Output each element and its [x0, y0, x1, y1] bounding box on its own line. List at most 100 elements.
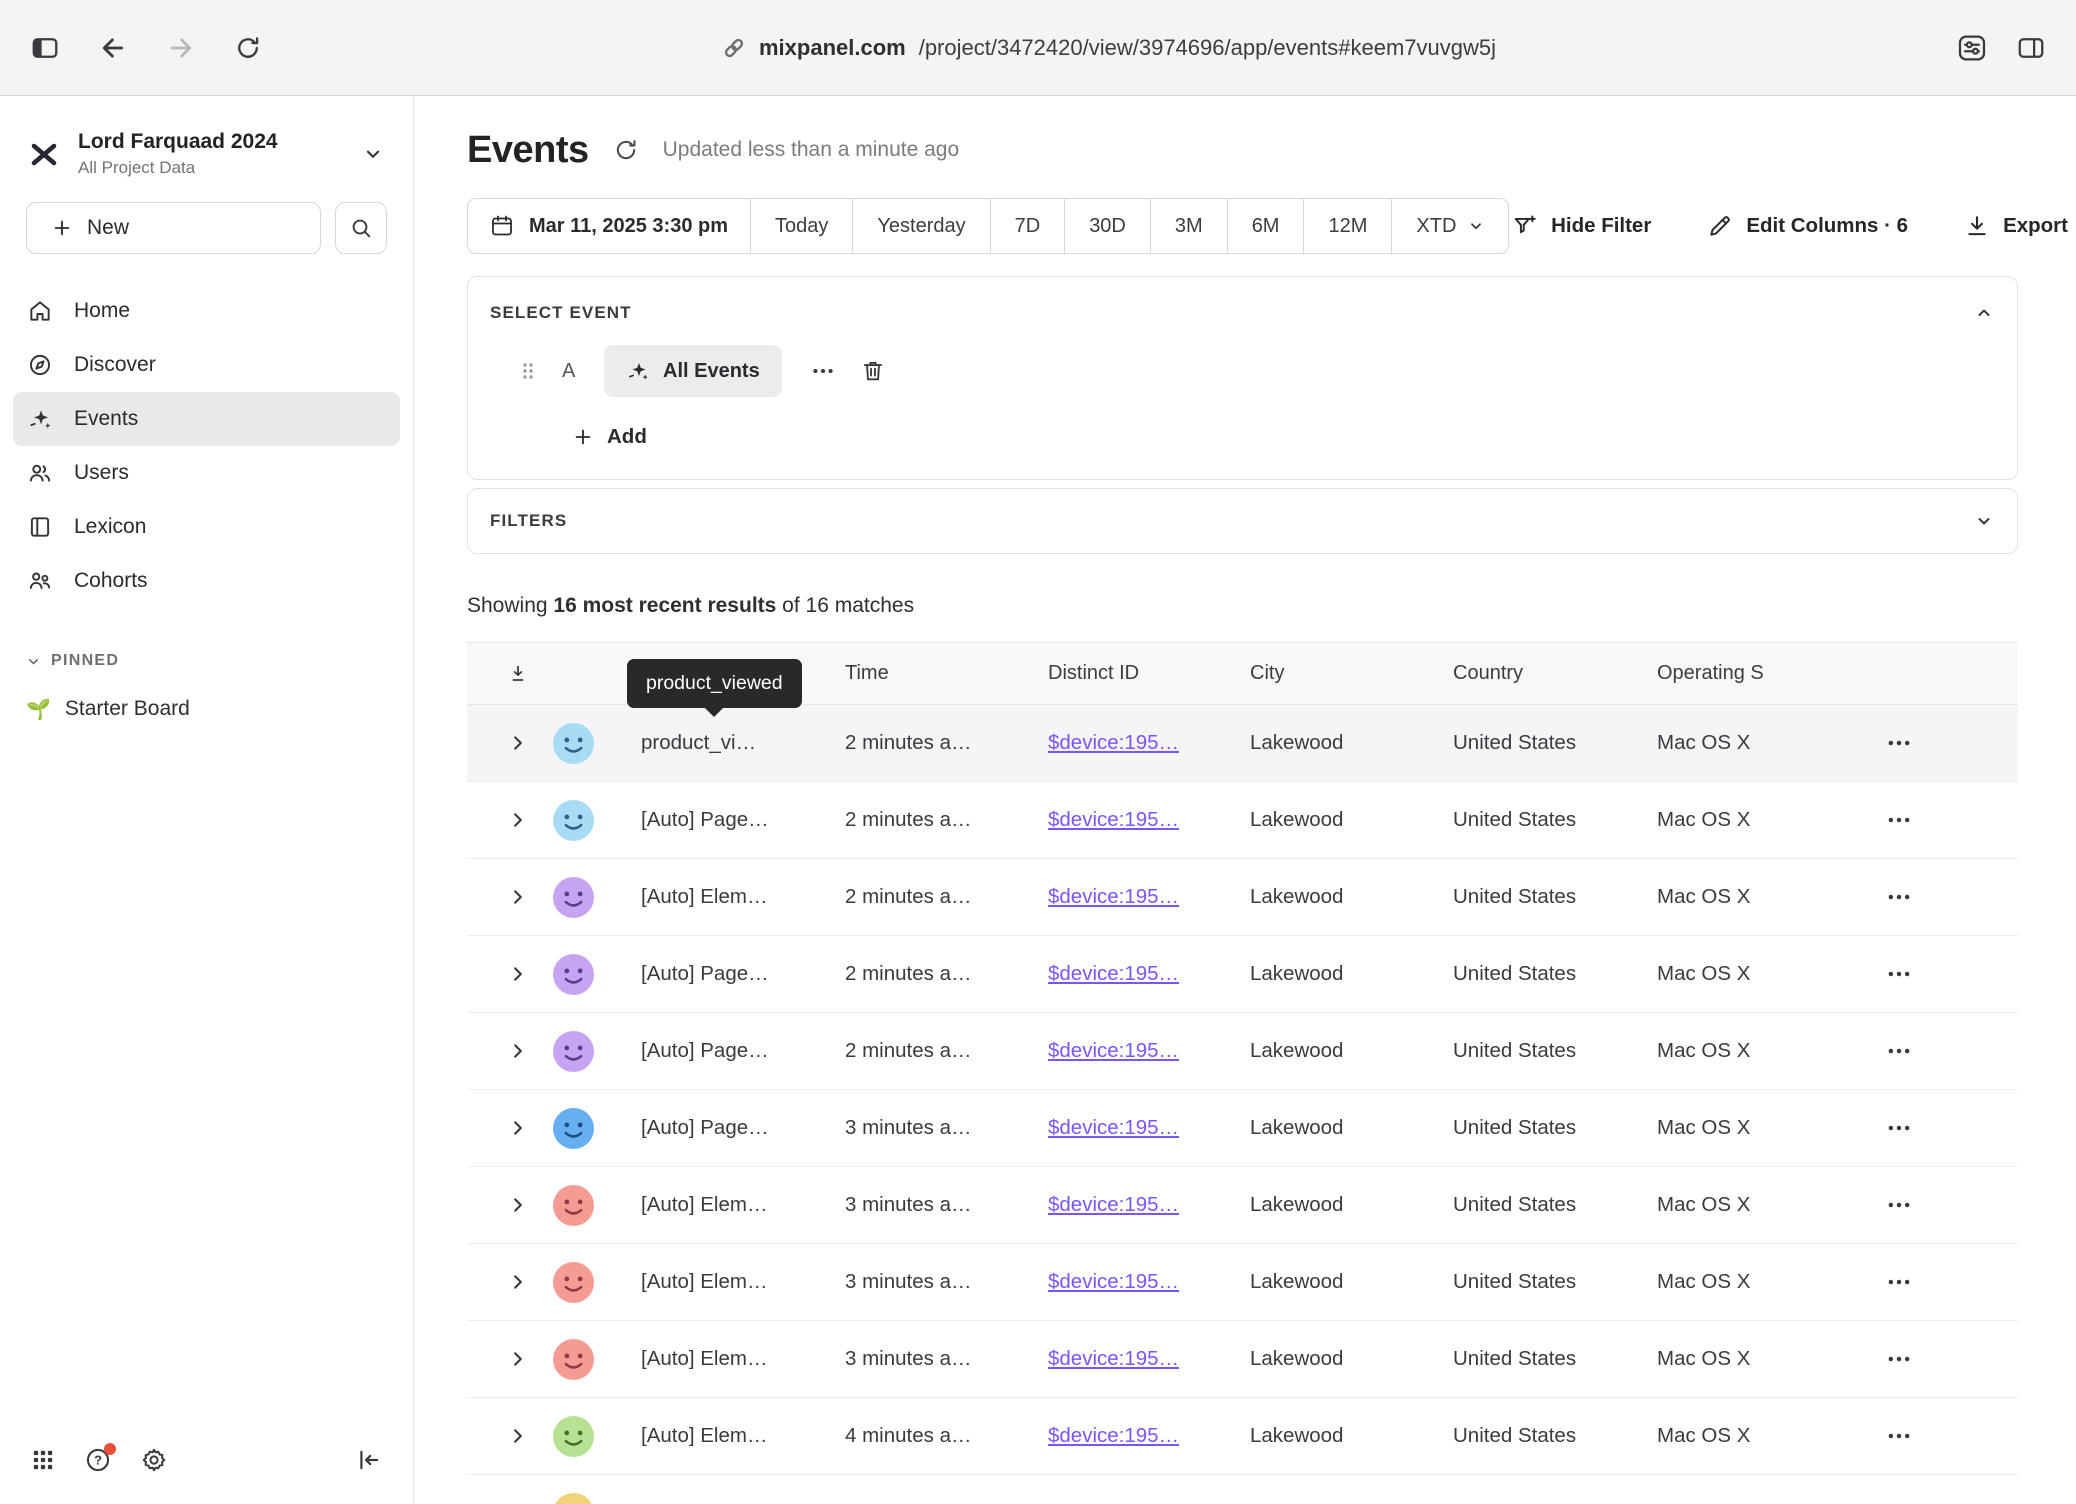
collapse-all-rows-icon[interactable] — [507, 663, 529, 685]
sidebar-item-events[interactable]: Events — [13, 392, 400, 446]
forward-icon[interactable] — [166, 33, 196, 63]
settings-gear-icon[interactable] — [140, 1446, 168, 1474]
sidebar-item-users[interactable]: Users — [0, 446, 413, 500]
range-7d[interactable]: 7D — [991, 199, 1066, 253]
distinct-id-link[interactable]: $device:195… — [1048, 1039, 1179, 1062]
table-row[interactable]: [Auto] Elem… 3 minutes a… $device:195… L… — [467, 1321, 2018, 1398]
event-avatar — [553, 1262, 594, 1303]
row-more-options-icon[interactable] — [1885, 960, 1913, 988]
more-options-icon[interactable] — [810, 358, 836, 384]
row-more-options-icon[interactable] — [1885, 1268, 1913, 1296]
event-avatar — [553, 1339, 594, 1380]
range-30d[interactable]: 30D — [1065, 199, 1151, 253]
hide-filter-button[interactable]: Hide Filter — [1512, 213, 1651, 239]
url-bar[interactable]: mixpanel.com/project/3472420/view/397469… — [296, 35, 1922, 61]
back-icon[interactable] — [98, 33, 128, 63]
expand-row-icon[interactable] — [509, 734, 527, 752]
event-name-cell: [Auto] Elem… — [611, 1270, 823, 1294]
distinct-id-link[interactable]: $device:195… — [1048, 1193, 1179, 1216]
distinct-id-cell: $device:195… — [1026, 1424, 1228, 1448]
row-more-options-icon[interactable] — [1885, 883, 1913, 911]
table-row[interactable]: [Auto] Page… 2 minutes a… $device:195… L… — [467, 1013, 2018, 1090]
apps-grid-icon[interactable] — [30, 1447, 56, 1473]
table-row[interactable]: [Auto] Page… 2 minutes a… $device:195… L… — [467, 782, 2018, 859]
sidebar-item-lexicon[interactable]: Lexicon — [0, 500, 413, 554]
row-more-options-icon[interactable] — [1885, 1345, 1913, 1373]
city-cell: Lakewood — [1228, 1347, 1431, 1371]
sidebar-item-cohorts[interactable]: Cohorts — [0, 554, 413, 608]
trash-icon[interactable] — [860, 358, 886, 384]
range-today[interactable]: Today — [751, 199, 853, 253]
table-row[interactable]: [Auto] Elem… 3 minutes a… $device:195… L… — [467, 1167, 2018, 1244]
new-button[interactable]: New — [26, 202, 321, 254]
distinct-id-link[interactable]: $device:195… — [1048, 731, 1179, 754]
table-row[interactable]: [Auto] Page… 2 minutes a… $device:195… L… — [467, 936, 2018, 1013]
row-more-options-icon[interactable] — [1885, 1114, 1913, 1142]
range-yesterday[interactable]: Yesterday — [853, 199, 990, 253]
select-event-header[interactable]: SELECT EVENT — [468, 277, 2017, 337]
os-cell: Mac OS X — [1635, 731, 1881, 755]
distinct-id-link[interactable]: $device:195… — [1048, 808, 1179, 831]
table-row[interactable]: product_vi… 2 minutes a… $device:195… La… — [467, 705, 2018, 782]
search-icon — [349, 216, 373, 240]
distinct-id-link[interactable]: $device:195… — [1048, 1116, 1179, 1139]
sidebar-item-home[interactable]: Home — [0, 284, 413, 338]
project-name: Lord Farquaad 2024 — [78, 130, 347, 154]
row-more-options-icon[interactable] — [1885, 729, 1913, 757]
table-row[interactable] — [467, 1475, 2018, 1504]
os-cell: Mac OS X — [1635, 1270, 1881, 1294]
collapse-sidebar-icon[interactable] — [355, 1446, 383, 1474]
expand-row-icon[interactable] — [509, 965, 527, 983]
expand-row-icon[interactable] — [509, 1273, 527, 1291]
drag-handle-icon[interactable] — [520, 359, 536, 383]
table-row[interactable]: [Auto] Elem… 3 minutes a… $device:195… L… — [467, 1244, 2018, 1321]
range-6m[interactable]: 6M — [1228, 199, 1305, 253]
split-view-icon[interactable] — [2016, 33, 2046, 63]
edit-columns-button[interactable]: Edit Columns · 6 — [1707, 213, 1908, 239]
os-cell: Mac OS X — [1635, 1193, 1881, 1217]
expand-row-icon[interactable] — [509, 1350, 527, 1368]
expand-row-icon[interactable] — [509, 811, 527, 829]
sidebar-item-starter-board[interactable]: 🌱 Starter Board — [0, 686, 413, 732]
all-events-chip[interactable]: All Events — [604, 345, 782, 397]
table-row[interactable]: [Auto] Elem… 2 minutes a… $device:195… L… — [467, 859, 2018, 936]
refresh-icon[interactable] — [613, 137, 639, 163]
pinned-section-toggle[interactable]: PINNED — [26, 652, 387, 670]
row-more-options-icon[interactable] — [1885, 1191, 1913, 1219]
range-xtd[interactable]: XTD — [1392, 199, 1508, 253]
expand-row-icon[interactable] — [509, 1196, 527, 1214]
event-name-cell: [Auto] Elem… — [611, 1193, 823, 1217]
distinct-id-link[interactable]: $device:195… — [1048, 1270, 1179, 1293]
chevron-up-icon — [1975, 304, 1993, 322]
export-button[interactable]: Export — [1964, 213, 2068, 239]
row-more-options-icon[interactable] — [1885, 806, 1913, 834]
distinct-id-link[interactable]: $device:195… — [1048, 1424, 1179, 1447]
row-more-options-icon[interactable] — [1885, 1037, 1913, 1065]
sidebar-item-discover[interactable]: Discover — [0, 338, 413, 392]
filter-funnel-icon — [1512, 213, 1538, 239]
browser-sidebar-toggle-icon[interactable] — [30, 33, 60, 63]
event-avatar — [553, 1031, 594, 1072]
time-cell: 3 minutes a… — [823, 1347, 1026, 1371]
distinct-id-link[interactable]: $device:195… — [1048, 885, 1179, 908]
event-avatar — [553, 1108, 594, 1149]
expand-row-icon[interactable] — [509, 1042, 527, 1060]
date-picker-button[interactable]: Mar 11, 2025 3:30 pm — [468, 199, 751, 253]
expand-row-icon[interactable] — [509, 1427, 527, 1445]
table-row[interactable]: [Auto] Page… 3 minutes a… $device:195… L… — [467, 1090, 2018, 1167]
range-3m[interactable]: 3M — [1151, 199, 1228, 253]
expand-row-icon[interactable] — [509, 888, 527, 906]
page-settings-icon[interactable] — [1956, 32, 1988, 64]
range-12m[interactable]: 12M — [1304, 199, 1392, 253]
reload-icon[interactable] — [234, 34, 262, 62]
table-row[interactable]: [Auto] Elem… 4 minutes a… $device:195… L… — [467, 1398, 2018, 1475]
distinct-id-link[interactable]: $device:195… — [1048, 1347, 1179, 1370]
expand-row-icon[interactable] — [509, 1119, 527, 1137]
search-button[interactable] — [335, 202, 387, 254]
row-more-options-icon[interactable] — [1885, 1422, 1913, 1450]
filters-header[interactable]: FILTERS — [468, 489, 2017, 553]
add-event-button[interactable]: Add — [572, 425, 647, 449]
download-icon — [1964, 213, 1990, 239]
distinct-id-link[interactable]: $device:195… — [1048, 962, 1179, 985]
project-switcher[interactable]: Lord Farquaad 2024 All Project Data — [0, 124, 413, 184]
